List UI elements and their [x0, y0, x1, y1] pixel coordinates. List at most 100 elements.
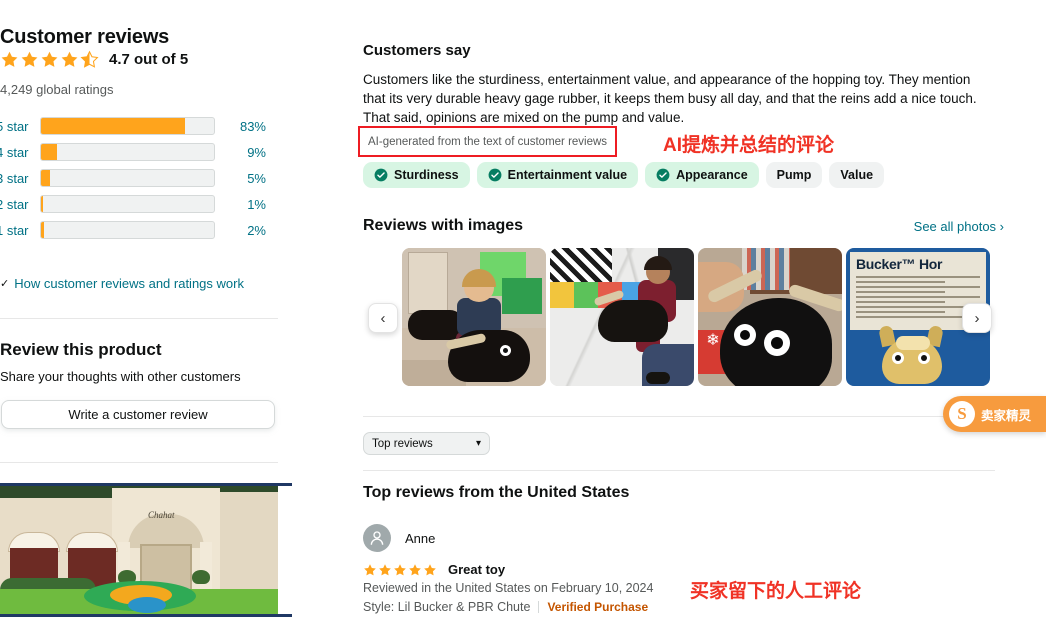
- rating-bar-row[interactable]: 2 star 1%: [0, 191, 266, 217]
- sort-reviews-dropdown[interactable]: Top reviews ▾: [363, 432, 490, 455]
- review-style-value[interactable]: Style: Lil Bucker & PBR Chute: [363, 600, 530, 614]
- review-topic-chip[interactable]: Value: [829, 162, 885, 188]
- check-circle-icon: [374, 168, 388, 182]
- review-topic-chip-label: Entertainment value: [507, 168, 628, 182]
- rating-bar-percent[interactable]: 2%: [227, 223, 266, 238]
- review-topic-chip-label: Pump: [776, 168, 812, 182]
- rating-bar-percent[interactable]: 5%: [227, 171, 266, 186]
- rating-bar-fill: [41, 118, 185, 134]
- verified-purchase-badge: Verified Purchase: [547, 600, 649, 614]
- thumb3-bull-eye-left: [734, 324, 756, 346]
- overall-star-rating-icon[interactable]: [0, 50, 100, 69]
- rating-bar-row[interactable]: 5 star 83%: [0, 113, 266, 139]
- review-topic-chips: Sturdiness Entertainment value Appearance P…: [363, 162, 885, 188]
- customers-say-heading: Customers say: [363, 42, 471, 59]
- rating-bar-fill: [41, 196, 43, 212]
- rating-bar-fill: [41, 144, 57, 160]
- rating-bar-fill: [41, 170, 50, 186]
- rating-bar-label[interactable]: 2 star: [0, 197, 40, 212]
- how-reviews-work-link[interactable]: ✓ How customer reviews and ratings work: [0, 276, 244, 291]
- thumb2-bull-toy: [598, 300, 668, 342]
- review-topic-chip[interactable]: Appearance: [645, 162, 759, 188]
- ai-note-highlight: AI-generated from the text of customer r…: [358, 126, 618, 157]
- review-title[interactable]: Great toy: [448, 562, 505, 577]
- chevron-left-icon: ‹: [380, 309, 386, 327]
- thumb4-horse-eye-left: [892, 352, 904, 364]
- review-image-thumbnail[interactable]: [550, 248, 694, 386]
- rating-bar-track[interactable]: [40, 169, 215, 187]
- check-circle-icon: [488, 168, 502, 182]
- text-line: [856, 301, 946, 303]
- global-ratings-count: 4,249 global ratings: [0, 82, 114, 97]
- text-line: [856, 291, 946, 293]
- text-line: [856, 276, 980, 278]
- photo-inflatable-toy-accent2: [128, 597, 166, 613]
- rating-bar-row[interactable]: 4 star 9%: [0, 139, 266, 165]
- review-star-rating-icon[interactable]: [363, 563, 438, 577]
- divider: [0, 462, 278, 463]
- sellersprite-label: 卖家精灵: [981, 408, 1032, 423]
- rating-bar-track[interactable]: [40, 221, 215, 239]
- rating-bar-row[interactable]: 3 star 5%: [0, 165, 266, 191]
- photo-house-right-wing: [216, 492, 278, 600]
- review-topic-chip[interactable]: Sturdiness: [363, 162, 470, 188]
- sellersprite-logo-icon: S: [949, 401, 975, 427]
- check-circle-icon: [656, 168, 670, 182]
- rating-bar-percent[interactable]: 1%: [227, 197, 266, 212]
- review-topic-chip[interactable]: Pump: [765, 162, 823, 188]
- review-image-thumbnail[interactable]: [402, 248, 546, 386]
- review-image-thumbnail[interactable]: ❄: [698, 248, 842, 386]
- see-all-photos-link[interactable]: See all photos ›: [914, 219, 1004, 234]
- carousel-prev-button[interactable]: ‹: [368, 303, 398, 333]
- chevron-down-icon: ✓: [0, 278, 10, 290]
- thumb1-green-object: [502, 278, 542, 314]
- divider: [0, 318, 278, 319]
- carousel-next-button[interactable]: ›: [962, 303, 992, 333]
- write-customer-review-button[interactable]: Write a customer review: [1, 400, 275, 429]
- review-topic-chip-label: Sturdiness: [394, 168, 459, 182]
- annotation-human-review: 买家留下的人工评论: [690, 581, 862, 602]
- rating-bar-row[interactable]: 1 star 2%: [0, 217, 266, 243]
- rating-bar-label[interactable]: 4 star: [0, 145, 40, 160]
- reviewer-name: Anne: [405, 530, 436, 546]
- text-line: [856, 286, 980, 288]
- photo-planter-right: [192, 570, 210, 584]
- sellersprite-floating-widget[interactable]: S 卖家精灵: [943, 396, 1046, 432]
- review-style-line: Style: Lil Bucker & PBR Chute Verified P…: [363, 600, 648, 614]
- text-line: [856, 281, 946, 283]
- rating-bar-track[interactable]: [40, 117, 215, 135]
- avatar: [363, 524, 391, 552]
- sort-selected-value: Top reviews: [372, 437, 433, 450]
- chevron-down-icon: ▾: [475, 438, 481, 449]
- rating-bar-track[interactable]: [40, 143, 215, 161]
- rating-bar-label[interactable]: 3 star: [0, 171, 40, 186]
- review-date-location: Reviewed in the United States on Februar…: [363, 581, 654, 595]
- top-reviews-heading: Top reviews from the United States: [363, 484, 630, 501]
- thumb4-box-title: Bucker™ Hor: [856, 256, 943, 272]
- review-topic-chip[interactable]: Entertainment value: [476, 162, 639, 188]
- annotation-ai-summary: AI提炼并总结的评论: [663, 135, 835, 156]
- chevron-right-icon: ›: [974, 309, 980, 327]
- overall-rating-row: 4.7 out of 5: [0, 50, 188, 69]
- rating-bar-track[interactable]: [40, 195, 215, 213]
- rating-histogram: 5 star 83% 4 star 9% 3 star 5% 2 star 1% 1 star 2…: [0, 113, 266, 243]
- divider: [538, 601, 540, 613]
- reviews-with-images-heading: Reviews with images: [363, 217, 524, 234]
- page-title: Customer reviews: [0, 26, 170, 48]
- review-header: Great toy: [363, 562, 505, 577]
- amazon-customer-reviews-page: Customer reviews 4.7 out of 5 4,249 glob…: [0, 0, 1046, 617]
- product-video-thumbnail[interactable]: Chahat: [0, 483, 278, 617]
- rating-bar-label[interactable]: 5 star: [0, 119, 40, 134]
- divider: [363, 470, 995, 471]
- rating-bar-percent[interactable]: 83%: [227, 119, 266, 134]
- rating-bar-percent[interactable]: 9%: [227, 145, 266, 160]
- divider: [363, 416, 995, 417]
- review-product-title: Review this product: [0, 340, 162, 359]
- rating-bar-label[interactable]: 1 star: [0, 223, 40, 238]
- review-topic-chip-label: Appearance: [676, 168, 748, 182]
- photo-house-sign: Chahat: [148, 510, 175, 520]
- review-product-subtitle: Share your thoughts with other customers: [0, 369, 241, 384]
- thumb1-bull-eye: [500, 345, 511, 356]
- thumb3-bull-eye-right: [764, 330, 790, 356]
- reviewer-profile[interactable]: Anne: [363, 524, 435, 552]
